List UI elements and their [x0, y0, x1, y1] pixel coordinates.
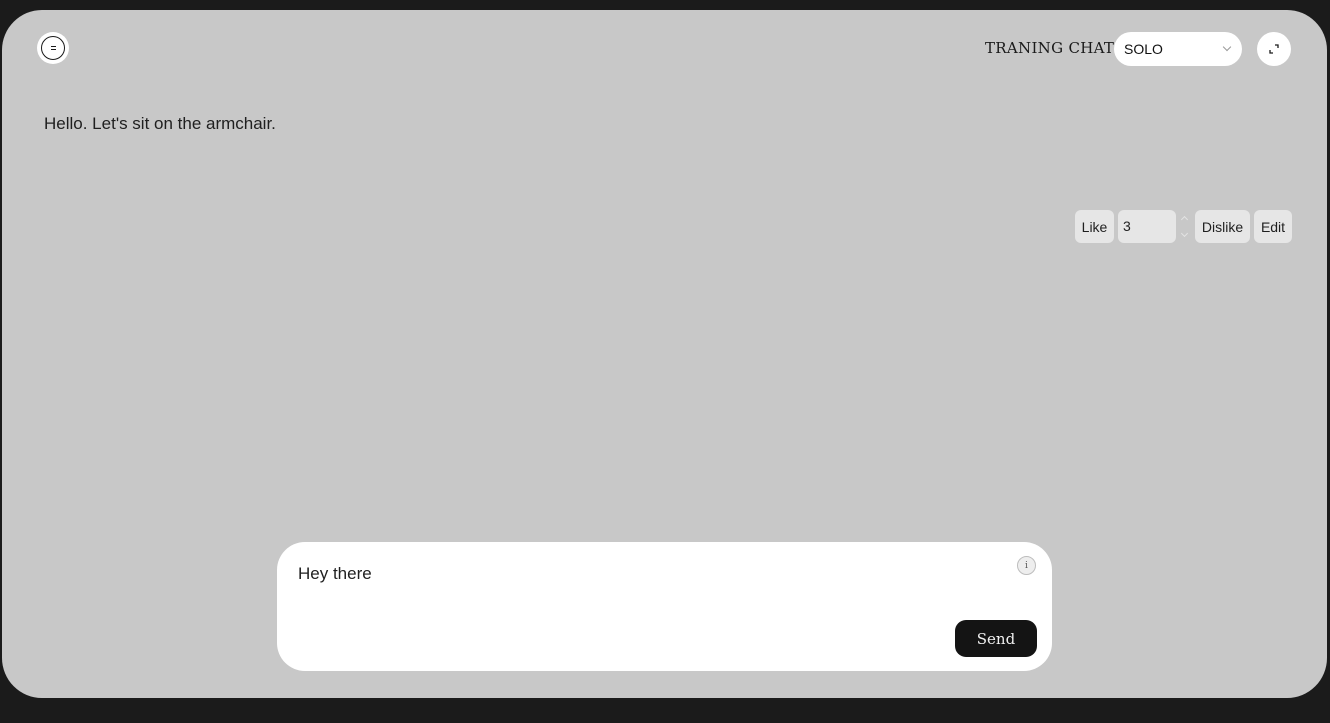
- edit-button[interactable]: Edit: [1254, 210, 1292, 243]
- stepper-up-icon: [1180, 215, 1189, 224]
- expand-button[interactable]: [1257, 32, 1291, 66]
- rating-input[interactable]: 3: [1118, 210, 1176, 243]
- mode-select[interactable]: SOLO: [1114, 32, 1242, 66]
- info-icon[interactable]: i: [1017, 556, 1036, 575]
- expand-icon: [1269, 44, 1279, 54]
- app-frame: TRANING CHAT SOLO Hello. Let's sit on th…: [2, 10, 1327, 698]
- page-title: TRANING CHAT: [985, 39, 1115, 57]
- dislike-button[interactable]: Dislike: [1195, 210, 1250, 243]
- chevron-down-icon: [1222, 42, 1232, 52]
- stepper-down-icon: [1180, 229, 1189, 238]
- rating-stepper[interactable]: [1180, 214, 1190, 240]
- send-button[interactable]: Send: [955, 620, 1037, 657]
- like-button[interactable]: Like: [1075, 210, 1114, 243]
- message-composer: Hey there i Send: [277, 542, 1052, 671]
- menu-button[interactable]: [37, 32, 69, 64]
- mode-select-value: SOLO: [1124, 41, 1163, 57]
- menu-icon: [41, 36, 65, 60]
- message-input[interactable]: Hey there: [298, 564, 372, 584]
- chat-message: Hello. Let's sit on the armchair.: [44, 114, 276, 133]
